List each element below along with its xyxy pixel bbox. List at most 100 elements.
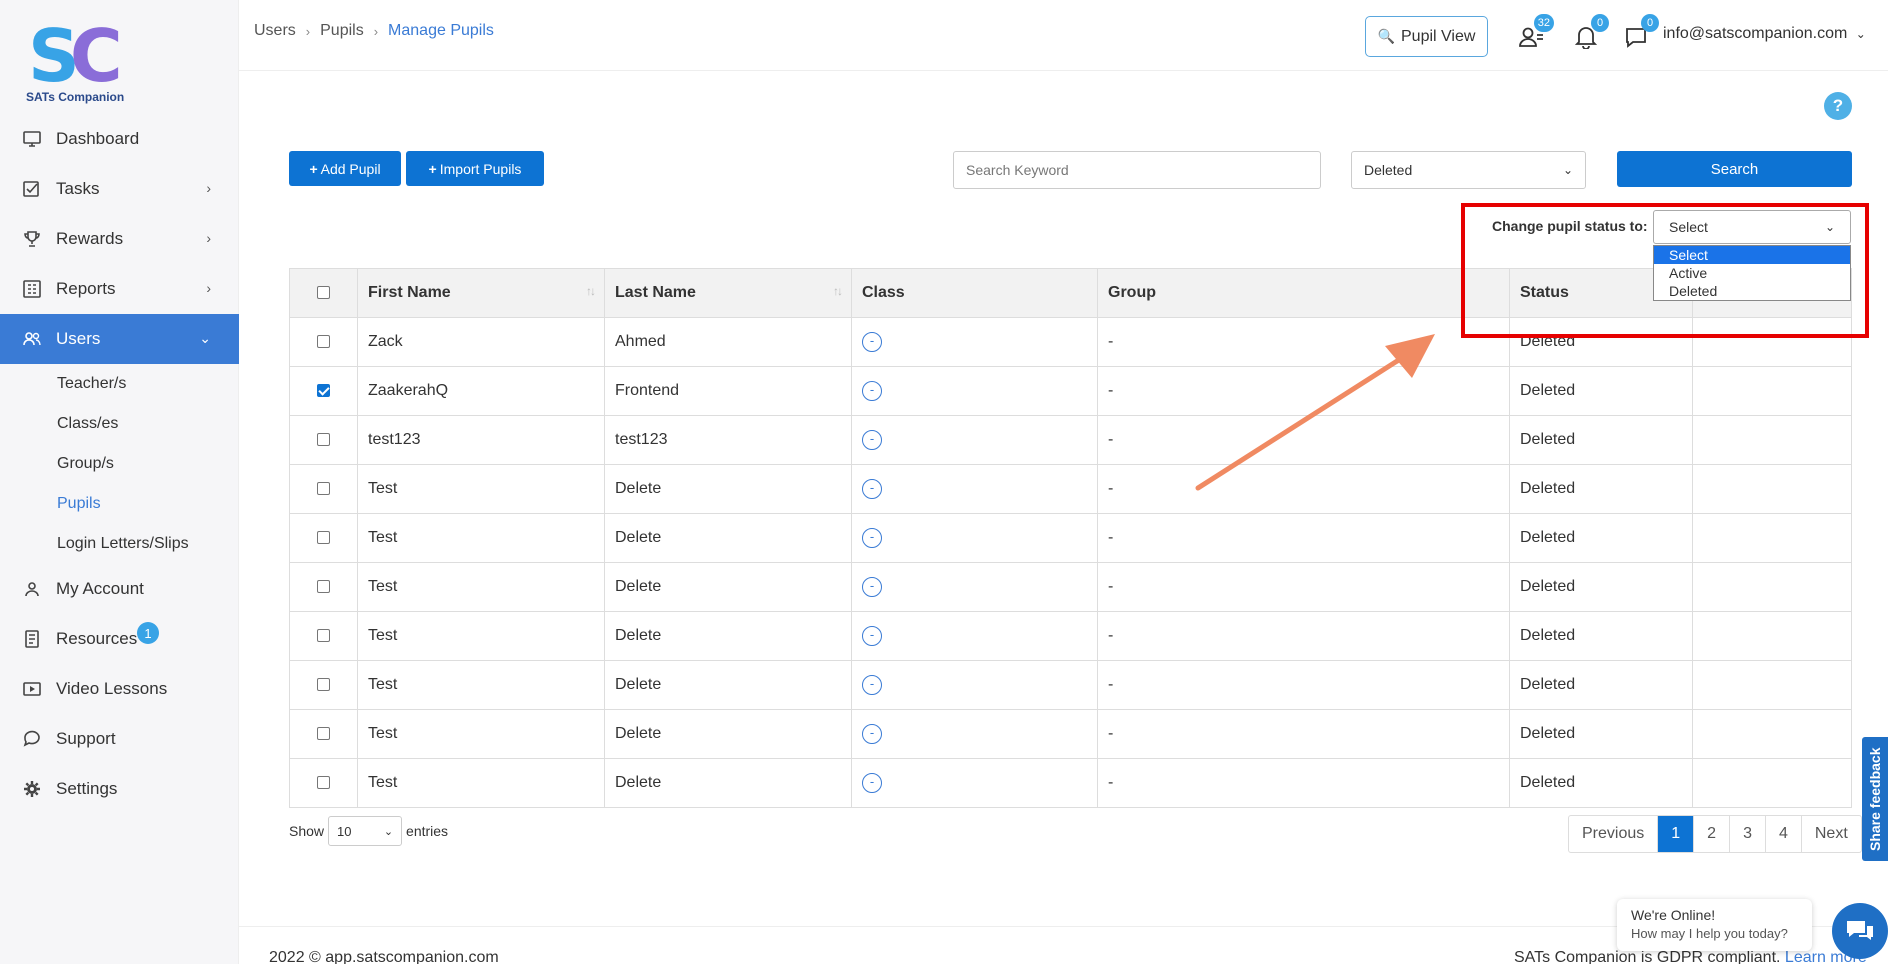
cell-class: - [851, 758, 1098, 808]
sidebar-subitem-classes[interactable]: Class/es [0, 404, 239, 444]
cell-group: - [1097, 562, 1510, 612]
search-button[interactable]: Search [1617, 151, 1852, 187]
sidebar-subitem-groups[interactable]: Group/s [0, 444, 239, 484]
table-body: Zack Ahmed - - Deleted ZaakerahQ Frontend - - Del… [289, 317, 1852, 808]
select-all-checkbox[interactable] [317, 286, 330, 300]
pagination-page-1[interactable]: 1 [1657, 816, 1694, 852]
help-button[interactable]: ? [1824, 92, 1852, 120]
class-minus-icon[interactable]: - [862, 773, 882, 793]
chat-launcher-button[interactable] [1832, 903, 1888, 959]
user-menu[interactable]: info@satscompanion.com ⌄ [1663, 25, 1866, 43]
header-last-name[interactable]: Last Name ↑↓ [604, 268, 852, 318]
cell-group: - [1097, 513, 1510, 563]
breadcrumb-pupils[interactable]: Pupils [320, 22, 364, 40]
class-minus-icon[interactable]: - [862, 479, 882, 499]
pagination-previous[interactable]: Previous [1569, 816, 1657, 852]
sidebar-item-dashboard[interactable]: Dashboard [0, 114, 239, 164]
dropdown-option-active[interactable]: Active [1654, 264, 1850, 282]
sidebar: SC SATs Companion Dashboard Tasks › Rewa… [0, 0, 239, 964]
cell-last-name: Delete [604, 758, 852, 808]
class-minus-icon[interactable]: - [862, 430, 882, 450]
sidebar-item-rewards[interactable]: Rewards › [0, 214, 239, 264]
users-count-button[interactable]: 32 [1516, 14, 1554, 52]
pagination-page-3[interactable]: 3 [1729, 816, 1765, 852]
sidebar-item-label: Dashboard [56, 129, 140, 148]
row-checkbox[interactable] [317, 776, 330, 790]
class-minus-icon[interactable]: - [862, 626, 882, 646]
header-first-name[interactable]: First Name ↑↓ [357, 268, 605, 318]
sidebar-item-my-account[interactable]: My Account [0, 564, 239, 614]
cell-actions [1692, 709, 1852, 759]
row-checkbox[interactable] [317, 531, 330, 545]
class-minus-icon[interactable]: - [862, 577, 882, 597]
cell-first-name: Test [357, 611, 605, 661]
status-filter-value: Deleted [1364, 162, 1413, 178]
add-pupil-button[interactable]: + Add Pupil [289, 151, 401, 186]
pagination-page-2[interactable]: 2 [1693, 816, 1729, 852]
search-input[interactable]: Search Keyword [953, 151, 1321, 189]
sidebar-subitem-pupils[interactable]: Pupils [0, 484, 239, 524]
sidebar-item-resources[interactable]: Resources 1 [0, 614, 239, 664]
pagination-page-4[interactable]: 4 [1764, 816, 1801, 852]
cell-class: - [851, 415, 1098, 465]
class-minus-icon[interactable]: - [862, 381, 882, 401]
class-minus-icon[interactable]: - [862, 724, 882, 744]
cell-first-name: Test [357, 660, 605, 710]
breadcrumb-users[interactable]: Users [254, 22, 296, 40]
import-pupils-button[interactable]: + Import Pupils [406, 151, 544, 186]
cell-class: - [851, 562, 1098, 612]
entries-select[interactable]: 10 ⌄ [328, 816, 403, 846]
pupil-view-button[interactable]: 🔍 Pupil View [1365, 16, 1488, 57]
cell-actions [1692, 758, 1852, 808]
row-select-cell [289, 562, 358, 612]
row-checkbox[interactable] [317, 580, 330, 594]
sidebar-item-support[interactable]: Support [0, 714, 239, 764]
row-checkbox[interactable] [317, 384, 330, 398]
row-checkbox[interactable] [317, 727, 330, 741]
chevron-right-icon: › [206, 280, 211, 296]
sidebar-item-settings[interactable]: Settings [0, 764, 239, 814]
sidebar-item-users[interactable]: Users ⌄ [0, 314, 239, 364]
class-minus-icon[interactable]: - [862, 332, 882, 352]
share-feedback-tab[interactable]: Share feedback [1862, 737, 1888, 861]
cell-status: Deleted [1509, 317, 1693, 367]
row-select-cell [289, 366, 358, 416]
table-row: Test Delete - - Deleted [289, 513, 1852, 563]
header-class: Class [851, 268, 1098, 318]
table-row: Test Delete - - Deleted [289, 562, 1852, 612]
sidebar-item-label: Video Lessons [56, 679, 168, 698]
row-checkbox[interactable] [317, 335, 330, 349]
footer-copyright: 2022 © app.satscompanion.com [269, 949, 499, 964]
notifications-button[interactable]: 0 [1571, 14, 1609, 52]
sidebar-subitem-teachers[interactable]: Teacher/s [0, 364, 239, 404]
row-checkbox[interactable] [317, 433, 330, 447]
chevron-right-icon: › [206, 230, 211, 246]
sidebar-item-reports[interactable]: Reports › [0, 264, 239, 314]
row-checkbox[interactable] [317, 482, 330, 496]
resources-badge: 1 [137, 622, 159, 644]
chevron-down-icon: ⌄ [383, 825, 394, 838]
messages-button[interactable]: 0 [1621, 14, 1659, 52]
change-status-select[interactable]: Select ⌄ [1653, 210, 1851, 244]
sidebar-item-tasks[interactable]: Tasks › [0, 164, 239, 214]
add-pupil-label: Add Pupil [320, 160, 381, 177]
cell-class: - [851, 709, 1098, 759]
dropdown-option-select[interactable]: Select [1654, 246, 1850, 264]
dropdown-option-deleted[interactable]: Deleted [1654, 282, 1850, 300]
row-checkbox[interactable] [317, 629, 330, 643]
select-all-cell [289, 268, 358, 318]
cell-last-name: Frontend [604, 366, 852, 416]
chat-subtitle: How may I help you today? [1631, 926, 1788, 941]
logo[interactable]: SC SATs Companion [26, 20, 136, 110]
status-filter-select[interactable]: Deleted ⌄ [1351, 151, 1586, 189]
change-status-label: Change pupil status to: [1492, 218, 1648, 234]
pagination-next[interactable]: Next [1800, 816, 1861, 852]
cell-status: Deleted [1509, 758, 1693, 808]
cell-actions [1692, 464, 1852, 514]
class-minus-icon[interactable]: - [862, 675, 882, 695]
row-checkbox[interactable] [317, 678, 330, 692]
sidebar-subitem-login-letters[interactable]: Login Letters/Slips [0, 524, 239, 564]
sidebar-item-video-lessons[interactable]: Video Lessons [0, 664, 239, 714]
chat-greeting[interactable]: We're Online! How may I help you today? [1617, 899, 1812, 951]
class-minus-icon[interactable]: - [862, 528, 882, 548]
